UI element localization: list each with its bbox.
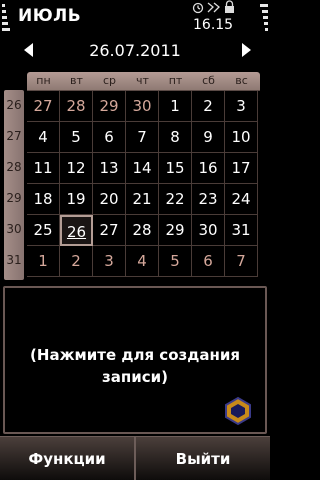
clock: 16.15 <box>193 17 234 33</box>
day-cell[interactable]: 18 <box>27 184 60 215</box>
week-number: 27 <box>6 129 22 143</box>
day-cell[interactable]: 24 <box>225 184 258 215</box>
day-cell[interactable]: 13 <box>93 153 126 184</box>
day-cell[interactable]: 28 <box>60 91 93 122</box>
keylock-icon <box>225 0 234 13</box>
week-number: 29 <box>6 191 22 205</box>
day-cell[interactable]: 7 <box>225 246 258 277</box>
weekday-header: пн вт ср чт пт сб вс <box>27 72 260 90</box>
day-cell[interactable]: 25 <box>27 215 60 246</box>
day-cell[interactable]: 8 <box>159 122 192 153</box>
packet-data-icon <box>207 2 220 13</box>
day-cell[interactable]: 22 <box>159 184 192 215</box>
day-cell[interactable]: 10 <box>225 122 258 153</box>
day-cell[interactable]: 3 <box>93 246 126 277</box>
weekday-label: вт <box>70 74 83 87</box>
week-number: 31 <box>6 253 22 267</box>
day-cell[interactable]: 14 <box>126 153 159 184</box>
weekday-label: пн <box>36 74 51 87</box>
day-cell[interactable]: 4 <box>126 246 159 277</box>
add-entry-area[interactable]: (Нажмите для создания записи) <box>3 286 267 434</box>
day-cell[interactable]: 21 <box>126 184 159 215</box>
day-cell[interactable]: 4 <box>27 122 60 153</box>
day-cell[interactable]: 15 <box>159 153 192 184</box>
day-cell[interactable]: 17 <box>225 153 258 184</box>
weekday-label: вс <box>235 74 248 87</box>
day-grid: 27 28 29 30 1 2 3 4 5 6 7 8 9 10 11 12 13 14 15 16 17 18 19 20 2… <box>27 90 260 280</box>
next-month-arrow-icon[interactable] <box>242 43 251 57</box>
day-cell[interactable]: 6 <box>93 122 126 153</box>
current-date: 26.07.2011 <box>89 41 181 60</box>
signal-strength-icon <box>2 2 12 36</box>
day-cell[interactable]: 30 <box>126 91 159 122</box>
selected-day-cell[interactable]: 26 <box>60 215 93 246</box>
week-number: 26 <box>6 98 22 112</box>
day-cell[interactable]: 3 <box>225 91 258 122</box>
day-cell[interactable]: 16 <box>192 153 225 184</box>
day-cell[interactable]: 11 <box>27 153 60 184</box>
status-indicators-icon <box>192 0 234 14</box>
day-cell[interactable]: 29 <box>159 215 192 246</box>
day-cell[interactable]: 23 <box>192 184 225 215</box>
options-softkey[interactable]: Функции <box>0 437 134 480</box>
alarm-icon <box>192 2 204 14</box>
day-cell[interactable]: 5 <box>159 246 192 277</box>
weekday-label: сб <box>202 74 215 87</box>
add-entry-hint: (Нажмите для создания записи) <box>30 346 240 386</box>
weekday-label: пт <box>168 74 183 87</box>
day-cell[interactable]: 12 <box>60 153 93 184</box>
week-number-column: 26 27 28 29 30 31 <box>4 90 24 280</box>
day-cell[interactable]: 29 <box>93 91 126 122</box>
day-cell[interactable]: 2 <box>60 246 93 277</box>
week-number: 28 <box>6 160 22 174</box>
exit-softkey[interactable]: Выйти <box>136 437 270 480</box>
day-cell[interactable]: 1 <box>27 246 60 277</box>
day-cell[interactable]: 27 <box>27 91 60 122</box>
weekday-label: ср <box>102 74 117 87</box>
day-cell[interactable]: 6 <box>192 246 225 277</box>
day-cell[interactable]: 20 <box>93 184 126 215</box>
day-cell[interactable]: 31 <box>225 215 258 246</box>
month-calendar: пн вт ср чт пт сб вс 26 27 28 29 30 31 27 28 29 30 1 2 3 4… <box>0 64 270 282</box>
app-title: ИЮЛЬ <box>18 6 82 26</box>
day-cell[interactable]: 2 <box>192 91 225 122</box>
day-cell[interactable]: 19 <box>60 184 93 215</box>
weekday-label: чт <box>136 74 149 87</box>
watermark-logo-icon <box>225 396 251 426</box>
day-cell[interactable]: 5 <box>60 122 93 153</box>
day-cell[interactable]: 7 <box>126 122 159 153</box>
day-cell[interactable]: 9 <box>192 122 225 153</box>
day-cell[interactable]: 27 <box>93 215 126 246</box>
day-cell[interactable]: 30 <box>192 215 225 246</box>
day-cell[interactable]: 28 <box>126 215 159 246</box>
day-cell[interactable]: 1 <box>159 91 192 122</box>
date-navigation: 26.07.2011 <box>0 38 270 64</box>
week-number: 30 <box>6 222 22 236</box>
status-bar: ИЮЛЬ 16.15 <box>0 0 270 38</box>
softkey-bar: Функции Выйти <box>0 436 270 480</box>
battery-icon <box>258 2 268 36</box>
